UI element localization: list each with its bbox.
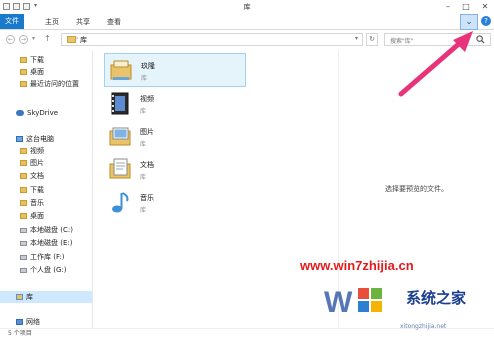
- folder-icon: [20, 69, 27, 75]
- sidebar-item-drive-f[interactable]: 工作库 (F:): [20, 251, 65, 263]
- sidebar-item-this-pc[interactable]: 这台电脑: [16, 133, 54, 145]
- library-item-3[interactable]: 图片 库: [104, 120, 246, 154]
- back-button[interactable]: ←: [6, 35, 15, 44]
- drive-icon: [20, 254, 27, 260]
- sidebar-item-videos[interactable]: 视频: [20, 145, 44, 157]
- watermark-subtitle: xitongzhijia.net: [400, 323, 447, 330]
- tab-view[interactable]: 查看: [107, 17, 121, 27]
- address-bar[interactable]: [61, 33, 363, 46]
- cloud-icon: [16, 110, 24, 116]
- sidebar-item-desktop-pc[interactable]: 桌面: [20, 210, 44, 222]
- library-item-1[interactable]: 玖隆 库: [104, 53, 246, 87]
- library-item-4[interactable]: 文档 库: [104, 153, 246, 187]
- library-folder-icon: [67, 36, 76, 43]
- folder-icon: [20, 200, 27, 206]
- tab-home[interactable]: 主页: [45, 17, 59, 27]
- sidebar-item-desktop[interactable]: 桌面: [20, 66, 44, 78]
- sidebar-item-pictures[interactable]: 图片: [20, 157, 44, 169]
- sidebar-item-network[interactable]: 网络: [16, 316, 40, 328]
- music-library-icon: [112, 192, 129, 213]
- address-dropdown-icon[interactable]: ▾: [355, 35, 358, 42]
- sidebar-item-drive-g[interactable]: 个人盘 (G:): [20, 264, 66, 276]
- sidebar-item-downloads-pc[interactable]: 下载: [20, 184, 44, 196]
- library-item-5[interactable]: 音乐 库: [104, 186, 246, 220]
- library-icon: [16, 294, 23, 300]
- computer-icon: [16, 136, 23, 142]
- breadcrumb-separator-icon[interactable]: ›: [76, 35, 78, 42]
- folder-icon: [20, 173, 27, 179]
- library-item-2[interactable]: 视频 库: [104, 87, 246, 121]
- refresh-button[interactable]: ↻: [366, 33, 378, 46]
- sidebar-item-skydrive[interactable]: SkyDrive: [16, 107, 58, 119]
- folder-icon: [20, 187, 27, 193]
- up-arrow-icon[interactable]: ↑: [44, 34, 51, 43]
- close-button[interactable]: ✕: [476, 1, 494, 12]
- sidebar-item-libraries[interactable]: 库: [0, 291, 92, 303]
- navigation-pane: [0, 50, 93, 328]
- network-icon: [16, 319, 23, 325]
- sidebar-item-drive-e[interactable]: 本地磁盘 (E:): [20, 237, 72, 249]
- sidebar-item-music[interactable]: 音乐: [20, 197, 44, 209]
- svg-text:W: W: [324, 286, 353, 319]
- folder-icon: [20, 57, 27, 63]
- windows-logo-watermark-icon: W: [324, 286, 382, 319]
- preview-message: 选择要预览的文件。: [385, 185, 448, 193]
- folder-icon: [20, 81, 27, 87]
- watermark-brand: 系统之家: [406, 290, 467, 307]
- drive-icon: [20, 240, 27, 246]
- folder-icon: [20, 148, 27, 154]
- document-library-icon: [109, 158, 131, 179]
- minimize-button[interactable]: –: [439, 1, 457, 12]
- forward-button[interactable]: →: [19, 35, 28, 44]
- video-library-icon: [111, 92, 129, 115]
- picture-library-icon: [109, 127, 131, 146]
- annotation-arrow-icon: [398, 31, 473, 97]
- drive-icon: [20, 227, 27, 233]
- recent-dropdown-icon[interactable]: ▾: [32, 35, 35, 42]
- folder-icon: [20, 160, 27, 166]
- drive-icon: [20, 267, 27, 273]
- library-folder-icon: [110, 60, 132, 80]
- folder-icon: [20, 213, 27, 219]
- window-title: 库: [243, 3, 251, 11]
- watermark-url: www.win7zhijia.cn: [300, 258, 414, 273]
- maximize-button[interactable]: □: [457, 1, 475, 12]
- sidebar-item-downloads[interactable]: 下载: [20, 54, 44, 66]
- help-icon[interactable]: ?: [481, 16, 491, 26]
- sidebar-item-recent[interactable]: 最近访问的位置: [20, 78, 79, 90]
- breadcrumb[interactable]: 库: [80, 35, 87, 45]
- sidebar-item-documents[interactable]: 文档: [20, 170, 44, 182]
- sidebar-item-drive-c[interactable]: 本地磁盘 (C:): [20, 224, 73, 236]
- tab-share[interactable]: 共享: [76, 17, 90, 27]
- tab-file[interactable]: 文件: [0, 14, 24, 29]
